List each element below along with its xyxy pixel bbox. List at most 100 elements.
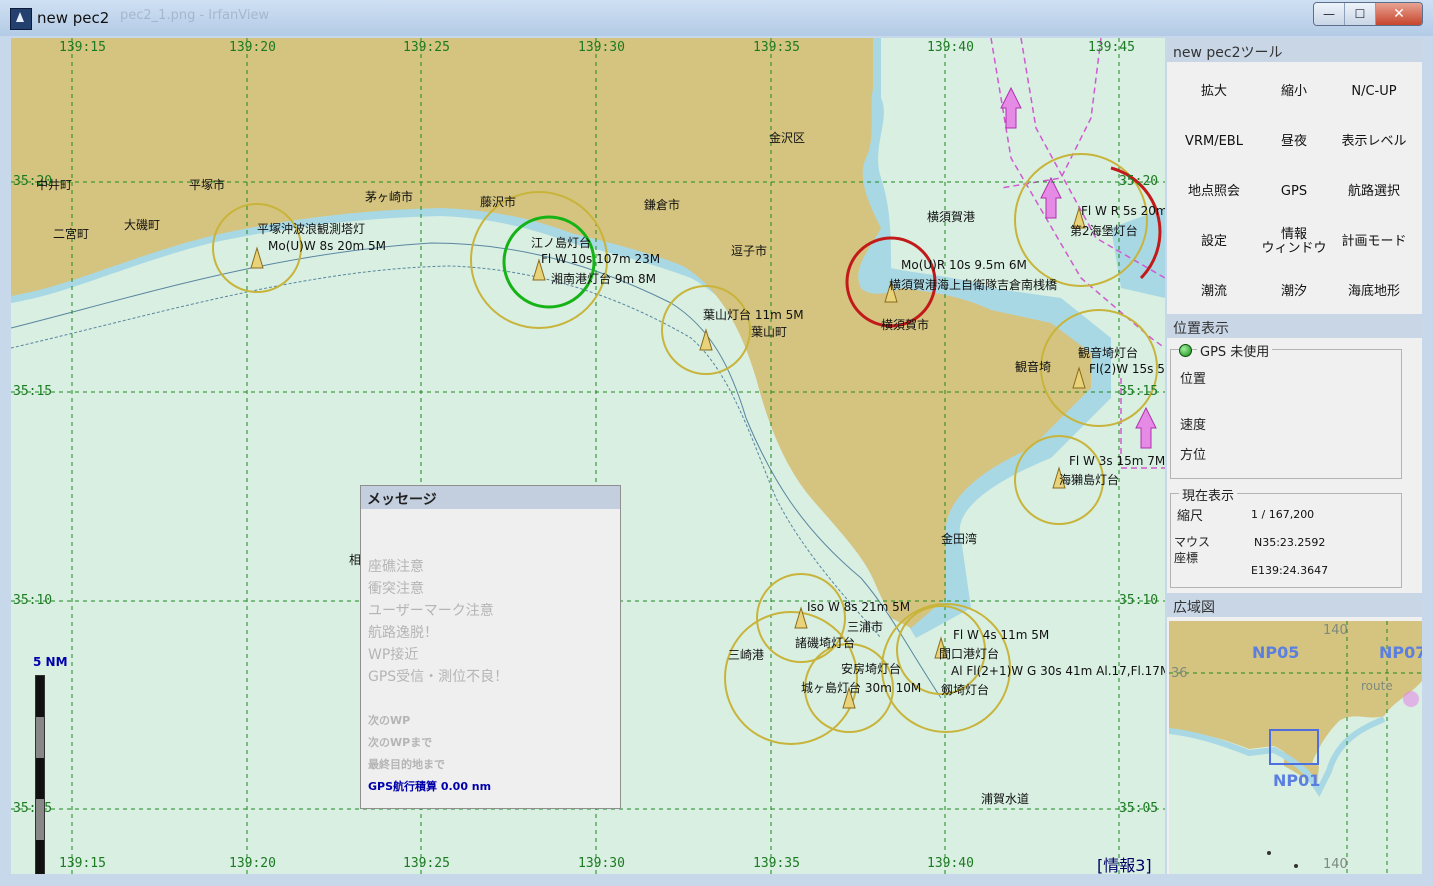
- place-label-kanazawa: 金沢区: [769, 131, 806, 145]
- app-icon: [10, 8, 32, 30]
- display-level-button[interactable]: 表示レベル: [1334, 124, 1414, 160]
- current-display-title: 現在表示: [1179, 485, 1238, 504]
- overview-title: 広域図: [1167, 593, 1422, 617]
- light-label-maguchi-char: Fl W 4s 11m 5M: [953, 628, 1050, 642]
- scale-ratio-label: 縮尺: [1177, 509, 1204, 524]
- north-course-up-button[interactable]: N/C-UP: [1334, 74, 1414, 110]
- overview-island-2: [1294, 864, 1298, 868]
- distance-scale: 5 NM: [33, 655, 68, 874]
- alert-user-mark: ユーザーマーク注意: [368, 603, 494, 619]
- place-label-oiso: 大磯町: [124, 218, 161, 232]
- ring-jogashima: [724, 611, 858, 745]
- light-label-moroiso: 諸磯埼灯台: [795, 636, 856, 650]
- place-label-hiratsuka: 平塚市: [189, 178, 226, 192]
- lane-arrow-1: [1000, 86, 1022, 129]
- light-label-hiratsuka-char: Mo(U)W 8s 20m 5M: [268, 239, 386, 253]
- ghost-window-title: pec2_1.png - IrfanView: [120, 8, 270, 23]
- place-label-fujisawa: 藤沢市: [480, 195, 517, 209]
- close-button[interactable]: ✕: [1376, 3, 1422, 25]
- scale-ratio-value: 1 / 167,200: [1251, 508, 1315, 521]
- light-label-kannonzaki-light: 観音埼灯台: [1078, 346, 1139, 360]
- light-marker-8: [794, 606, 808, 629]
- light-label-mou-r: Mo(U)R 10s 9.5m 6M: [901, 258, 1027, 272]
- tick-bottom-2: 139:20: [229, 856, 276, 871]
- message-panel-title: メッセージ: [361, 486, 620, 509]
- day-night-button[interactable]: 昼夜: [1254, 124, 1334, 160]
- route-select-button[interactable]: 航路選択: [1334, 174, 1414, 210]
- zoom-out-button[interactable]: 縮小: [1254, 74, 1334, 110]
- place-label-chigasaki: 茅ヶ崎市: [365, 190, 414, 204]
- gps-button[interactable]: GPS: [1254, 174, 1334, 210]
- tick-bottom-3: 139:25: [403, 856, 450, 871]
- tools-title: new pec2ツール: [1167, 38, 1422, 62]
- window-controls: — ☐ ✕: [1313, 2, 1423, 26]
- to-destination-label: 最終目的地まで: [368, 758, 445, 771]
- overview-map[interactable]: NP05 NP07 NP01 140 36 140 route: [1169, 621, 1422, 874]
- tick-top-1: 139:15: [59, 40, 106, 55]
- tick-bottom-1: 139:15: [59, 856, 106, 871]
- position-title: 位置表示: [1167, 314, 1422, 338]
- point-query-button[interactable]: 地点照会: [1174, 174, 1254, 210]
- overview-grid-label-top: 140: [1323, 623, 1348, 638]
- place-label-yokosuka-port: 横須賀港: [927, 210, 976, 224]
- light-marker-1: [250, 246, 264, 269]
- tide-button[interactable]: 潮汐: [1254, 274, 1334, 310]
- overview-label-np05: NP05: [1252, 643, 1300, 662]
- settings-button[interactable]: 設定: [1174, 224, 1254, 260]
- gps-status: GPS 未使用: [1197, 341, 1273, 360]
- tick-bottom-5: 139:35: [753, 856, 800, 871]
- light-label-shonan-port: 湘南港灯台 9m 8M: [551, 272, 656, 286]
- info-window-button[interactable]: 情報 ウィンドウ: [1254, 224, 1334, 260]
- position-label: 位置: [1180, 372, 1207, 387]
- tick-top-7: 139:45: [1088, 40, 1135, 55]
- place-label-zushi: 逗子市: [731, 244, 768, 258]
- plan-mode-button[interactable]: 計画モード: [1334, 224, 1414, 260]
- place-label-hayama: 葉山町: [751, 325, 788, 339]
- mouse-latitude: N35:23.2592: [1254, 536, 1326, 549]
- tick-right-3: 35:10: [1119, 593, 1159, 608]
- tool-panel: new pec2ツール 拡大 縮小 N/C-UP VRM/EBL 昼夜 表示レベ…: [1167, 38, 1422, 874]
- light-label-kannonzaki-char: Fl(2)W 15s 5: [1089, 362, 1165, 376]
- light-label-yokosuka-jmsdf: 横須賀港海上自衛隊吉倉南桟橋: [889, 278, 1058, 292]
- zoom-in-button[interactable]: 拡大: [1174, 74, 1254, 110]
- window-title: new pec2: [37, 9, 110, 27]
- place-label-kamakura: 鎌倉市: [644, 198, 681, 212]
- info-window-indicator[interactable]: [情報3]: [1097, 852, 1152, 874]
- overview-label-np07: NP07: [1379, 643, 1422, 662]
- overview-grid-label-bottom: 140: [1323, 857, 1348, 872]
- tick-right-1: 35:20: [1119, 174, 1159, 189]
- tidal-current-button[interactable]: 潮流: [1174, 274, 1254, 310]
- place-label-miura: 三浦市: [847, 620, 884, 634]
- seabed-terrain-button[interactable]: 海底地形: [1334, 274, 1414, 310]
- coordinate-label: 座標: [1174, 551, 1199, 565]
- alert-wp-approach: WP接近: [368, 647, 419, 663]
- alert-gps-poor: GPS受信・測位不良！: [368, 669, 509, 685]
- maximize-button[interactable]: ☐: [1345, 3, 1376, 25]
- next-wp-label: 次のWP: [368, 714, 411, 727]
- place-label-uraga-strait: 浦賀水道: [981, 792, 1030, 806]
- light-label-hayama-light: 葉山灯台 11m 5M: [703, 308, 804, 322]
- light-label-enoshima: 江ノ島灯台: [531, 236, 592, 250]
- message-panel: メッセージ 座礁注意 衝突注意 ユーザーマーク注意 航路逸脱！ WP接近 GPS…: [360, 485, 621, 809]
- speed-label: 速度: [1180, 418, 1207, 433]
- tick-right-2: 35:15: [1119, 384, 1159, 399]
- place-label-ninomiya: 二宮町: [53, 227, 90, 241]
- tick-left-2: 35:15: [13, 384, 53, 399]
- tick-left-4: 35:05: [13, 801, 53, 816]
- minimize-button[interactable]: —: [1314, 3, 1345, 25]
- light-label-enoshima-char: Fl W 10s 107m 23M: [541, 252, 661, 266]
- overview-grid-label-left: 36: [1171, 666, 1188, 681]
- light-label-ashikajima: 海獺島灯台: [1059, 473, 1120, 487]
- light-label-nojimazaki: 安房埼灯台: [841, 662, 902, 676]
- vrm-ebl-button[interactable]: VRM/EBL: [1174, 124, 1254, 160]
- tick-top-4: 139:30: [578, 40, 625, 55]
- light-label-maguchi: 間口港灯台: [939, 647, 1000, 661]
- mouse-label: マウス: [1174, 535, 1211, 549]
- light-label-hiratsuka: 平塚沖波浪観測塔灯: [257, 222, 366, 236]
- tick-top-3: 139:25: [403, 40, 450, 55]
- mouse-longitude: E139:24.3647: [1251, 564, 1329, 577]
- tick-top-5: 139:35: [753, 40, 800, 55]
- light-label-tsurugizaki: 剱埼灯台: [941, 683, 990, 697]
- scale-label: 5 NM: [33, 655, 68, 669]
- tick-left-3: 35:10: [13, 593, 53, 608]
